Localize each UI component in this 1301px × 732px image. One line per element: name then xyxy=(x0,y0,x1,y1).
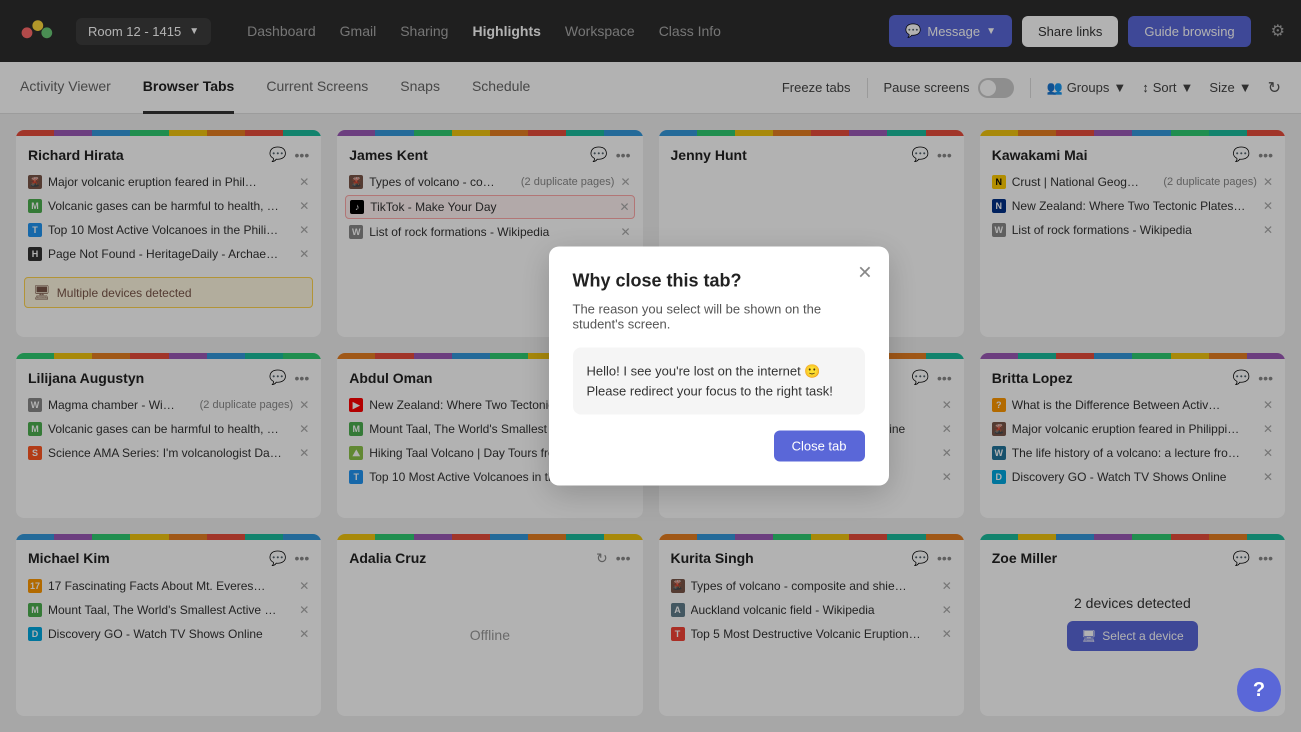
modal-close-button[interactable]: ✕ xyxy=(857,263,872,284)
modal-title: Why close this tab? xyxy=(573,271,865,292)
modal-subtitle: The reason you select will be shown on t… xyxy=(573,302,865,332)
help-button[interactable]: ? xyxy=(1237,668,1281,712)
close-tab-button[interactable]: Close tab xyxy=(774,431,865,462)
modal-message-box: Hello! I see you're lost on the internet… xyxy=(573,348,865,415)
close-tab-modal: ✕ Why close this tab? The reason you sel… xyxy=(549,247,889,486)
